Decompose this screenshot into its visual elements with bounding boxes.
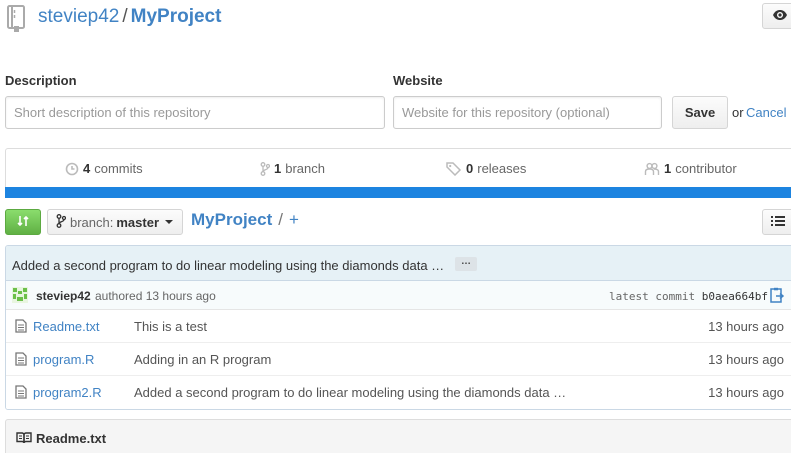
expand-commit-button[interactable]: …	[455, 257, 477, 271]
file-name-link[interactable]: program2.R	[33, 385, 102, 400]
add-file-link[interactable]: +	[289, 210, 299, 229]
branches-label: branch	[285, 161, 325, 176]
commits-stat[interactable]: 4 commits	[65, 161, 143, 176]
file-name-link[interactable]: program.R	[33, 352, 94, 367]
file-icon	[15, 385, 27, 402]
commit-message-link[interactable]: Added a second program to do linear mode…	[12, 258, 444, 273]
latest-commit: latest commit b0aea664bf	[609, 290, 768, 303]
file-row: program.R Adding in an R program 13 hour…	[6, 343, 791, 376]
contributors-stat[interactable]: 1 contributor	[644, 161, 737, 176]
breadcrumb: MyProject / +	[191, 210, 299, 230]
releases-label: releases	[477, 161, 527, 176]
file-row: program2.R Added a second program to do …	[6, 376, 791, 409]
file-browser: Added a second program to do linear mode…	[5, 245, 791, 410]
branch-name: master	[116, 214, 160, 230]
file-age: 13 hours ago	[708, 385, 784, 400]
people-icon	[644, 162, 660, 176]
watch-button[interactable]	[762, 3, 791, 29]
description-label: Description	[5, 73, 77, 88]
breadcrumb-repo-link[interactable]: MyProject	[191, 210, 272, 229]
branch-icon	[56, 213, 67, 231]
file-list-view-button[interactable]	[762, 209, 791, 235]
latest-commit-label: latest commit	[609, 290, 696, 303]
history-icon	[65, 162, 79, 176]
website-input[interactable]	[393, 96, 662, 129]
file-icon	[15, 352, 27, 369]
file-icon	[15, 319, 27, 336]
commits-label: commits	[94, 161, 143, 176]
commits-count: 4	[83, 161, 91, 176]
branches-count: 1	[274, 161, 282, 176]
file-commit-message-link[interactable]: Added a second program to do linear mode…	[134, 385, 566, 400]
tag-icon	[446, 161, 462, 176]
file-age: 13 hours ago	[708, 352, 784, 367]
readme-header: Readme.txt	[5, 419, 791, 453]
repo-owner-link[interactable]: steviep42	[38, 6, 119, 27]
language-bar[interactable]	[5, 187, 791, 198]
repo-title-separator: /	[122, 6, 128, 27]
file-commit-message-link[interactable]: Adding in an R program	[134, 352, 271, 367]
clipboard-icon[interactable]	[770, 287, 785, 306]
compare-button[interactable]	[5, 209, 41, 235]
book-icon	[16, 432, 32, 447]
file-age: 13 hours ago	[708, 319, 784, 334]
compare-icon	[16, 214, 30, 231]
branch-prefix: branch:	[70, 214, 114, 230]
cancel-link[interactable]: Cancel	[746, 105, 786, 120]
list-icon	[771, 215, 785, 230]
chevron-down-icon	[165, 220, 174, 224]
commit-author-row: steviep42 authored 13 hours ago latest c…	[6, 281, 791, 310]
repo-stats-bar: 4 commits 1 branch 0 releases 1 contributor	[5, 148, 791, 188]
readme-title: Readme.txt	[36, 431, 107, 446]
save-button[interactable]: Save	[672, 96, 728, 129]
releases-count: 0	[466, 161, 474, 176]
branches-stat[interactable]: 1 branch	[260, 161, 325, 176]
or-text: or	[732, 105, 744, 120]
contributors-count: 1	[664, 161, 672, 176]
file-commit-message-link[interactable]: This is a test	[134, 319, 207, 334]
releases-stat[interactable]: 0 releases	[446, 161, 526, 176]
repo-title: steviep42/MyProject	[38, 5, 221, 29]
contributors-label: contributor	[675, 161, 737, 176]
website-label: Website	[393, 73, 443, 88]
repo-name-link[interactable]: MyProject	[131, 6, 222, 27]
commit-author-link[interactable]: steviep42	[36, 289, 91, 303]
branch-icon	[260, 161, 270, 176]
file-row: Readme.txt This is a test 13 hours ago	[6, 310, 791, 343]
commit-sha-link[interactable]: b0aea664bf	[702, 290, 768, 303]
eye-icon	[772, 9, 788, 24]
last-commit-message-row: Added a second program to do linear mode…	[6, 246, 791, 281]
file-name-link[interactable]: Readme.txt	[33, 319, 99, 334]
description-input[interactable]	[5, 96, 385, 129]
repo-icon	[5, 5, 27, 33]
commit-time: authored 13 hours ago	[95, 289, 216, 303]
breadcrumb-separator: /	[278, 210, 283, 229]
branch-select[interactable]: branch: master	[47, 209, 183, 235]
avatar[interactable]	[12, 287, 28, 303]
